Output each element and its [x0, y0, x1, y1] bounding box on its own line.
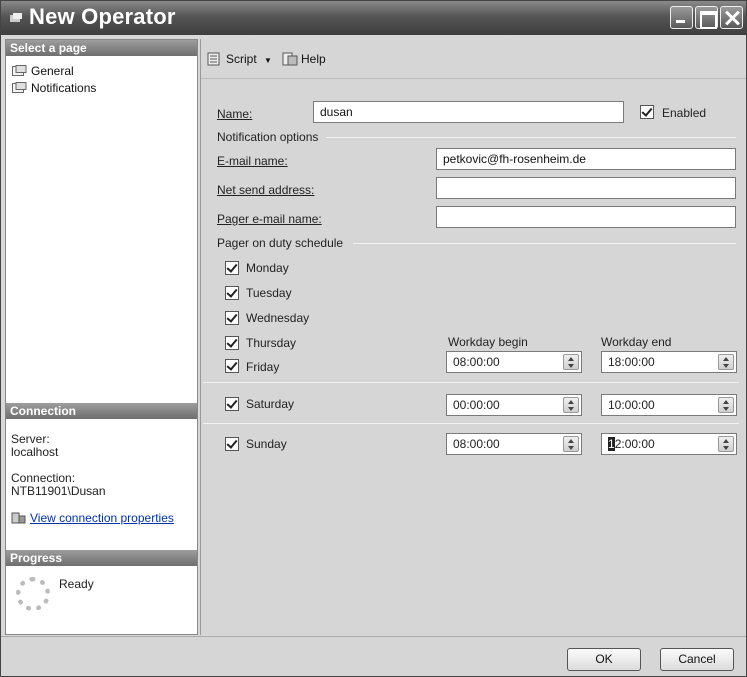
spin-arrows-icon[interactable] — [563, 436, 579, 452]
sunday-end-spinner[interactable]: 12:00:00 — [601, 433, 737, 455]
net-send-address-input[interactable] — [436, 177, 736, 199]
cancel-button[interactable]: Cancel — [660, 648, 734, 671]
right-pane: Script ▼ Help Name: dusan Enabled Notifi… — [200, 39, 746, 635]
page-icon — [12, 82, 27, 93]
dialog-footer: OK Cancel — [1, 636, 746, 676]
script-icon — [207, 52, 220, 66]
window-title: New Operator — [29, 4, 176, 29]
page-item-label: Notifications — [31, 81, 97, 95]
saturday-end-spinner[interactable]: 10:00:00 — [601, 394, 737, 416]
friday-checkbox[interactable] — [225, 359, 239, 373]
page-item-general[interactable]: General — [12, 63, 74, 79]
sunday-checkbox[interactable] — [225, 437, 239, 451]
saturday-checkbox[interactable] — [225, 397, 239, 411]
view-connection-properties-label: View connection properties — [30, 511, 174, 525]
progress-status: Ready — [59, 577, 94, 591]
chevron-down-icon: ▼ — [264, 56, 272, 65]
saturday-end-value: 10:00:00 — [608, 398, 655, 412]
page-icon — [12, 65, 27, 76]
email-name-label: E-mail name: — [217, 154, 288, 168]
spin-arrows-icon[interactable] — [563, 397, 579, 413]
saturday-label: Saturday — [246, 397, 295, 411]
pager-schedule-label: Pager on duty schedule — [217, 236, 344, 250]
wednesday-checkbox[interactable] — [225, 311, 239, 325]
workday-begin-value: 08:00:00 — [453, 355, 500, 369]
separator — [203, 423, 739, 424]
sunday-end-selected-digit: 1 — [608, 437, 615, 451]
enabled-checkbox[interactable] — [640, 105, 654, 119]
sunday-end-value: 2:00:00 — [614, 437, 655, 451]
minimize-button[interactable] — [670, 6, 693, 29]
maximize-button[interactable] — [695, 6, 718, 29]
help-icon — [282, 52, 298, 66]
workday-end-label: Workday end — [601, 335, 672, 349]
monday-label: Monday — [246, 261, 289, 275]
progress-header: Progress — [6, 550, 197, 566]
progress-spinner-icon — [16, 577, 50, 611]
page-item-label: General — [31, 64, 74, 78]
script-button[interactable]: Script ▼ — [207, 51, 272, 69]
left-pane: Select a page General Notifications Conn… — [5, 39, 198, 635]
help-button[interactable]: Help — [282, 51, 326, 67]
name-input[interactable]: dusan — [313, 101, 624, 123]
notification-options-label: Notification options — [217, 130, 319, 144]
saturday-begin-value: 00:00:00 — [453, 398, 500, 412]
workday-begin-spinner[interactable]: 08:00:00 — [446, 351, 582, 373]
spin-arrows-icon[interactable] — [563, 354, 579, 370]
pager-email-name-label: Pager e-mail name: — [217, 212, 322, 226]
email-name-input[interactable]: petkovic@fh-rosenheim.de — [436, 148, 736, 170]
workday-end-value: 18:00:00 — [608, 355, 655, 369]
separator — [326, 137, 736, 138]
spin-arrows-icon[interactable] — [718, 436, 734, 452]
select-page-header: Select a page — [6, 40, 197, 56]
pager-email-name-input[interactable] — [436, 206, 736, 228]
separator — [203, 382, 739, 383]
sunday-begin-spinner[interactable]: 08:00:00 — [446, 433, 582, 455]
server-value: localhost — [11, 445, 59, 459]
ok-button[interactable]: OK — [567, 648, 641, 671]
toolbar: Script ▼ Help — [201, 39, 746, 79]
workday-begin-label: Workday begin — [448, 335, 528, 349]
net-send-address-label: Net send address: — [217, 183, 315, 197]
connection-header: Connection — [6, 403, 197, 419]
tuesday-label: Tuesday — [246, 286, 292, 300]
sunday-begin-value: 08:00:00 — [453, 437, 500, 451]
script-label: Script — [226, 52, 257, 66]
tuesday-checkbox[interactable] — [225, 286, 239, 300]
page-item-notifications[interactable]: Notifications — [12, 80, 96, 96]
friday-label: Friday — [246, 360, 280, 374]
view-connection-properties-link[interactable]: View connection properties — [11, 510, 174, 526]
wednesday-label: Wednesday — [246, 311, 310, 325]
title-bar[interactable]: New Operator — [1, 1, 746, 35]
properties-icon — [11, 512, 26, 524]
enabled-label: Enabled — [662, 106, 707, 120]
spin-arrows-icon[interactable] — [718, 397, 734, 413]
monday-checkbox[interactable] — [225, 261, 239, 275]
separator — [353, 243, 736, 244]
new-operator-window: New Operator Select a page General Notif… — [0, 0, 747, 677]
name-label: Name: — [217, 107, 253, 121]
workday-end-spinner[interactable]: 18:00:00 — [601, 351, 737, 373]
thursday-checkbox[interactable] — [225, 336, 239, 350]
connection-value: NTB11901\Dusan — [11, 484, 106, 498]
app-icon — [10, 13, 22, 22]
thursday-label: Thursday — [246, 336, 297, 350]
sunday-label: Sunday — [246, 437, 287, 451]
help-label: Help — [301, 52, 326, 66]
saturday-begin-spinner[interactable]: 00:00:00 — [446, 394, 582, 416]
spin-arrows-icon[interactable] — [718, 354, 734, 370]
close-button[interactable] — [720, 6, 743, 29]
